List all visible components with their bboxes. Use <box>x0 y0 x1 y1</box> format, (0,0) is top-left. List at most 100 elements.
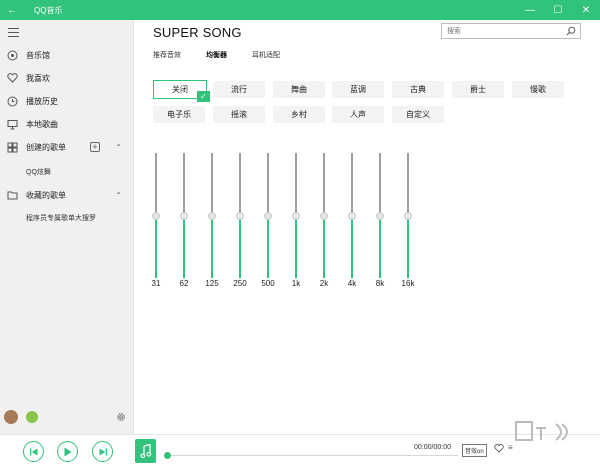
gear-icon[interactable] <box>116 412 126 424</box>
eq-band-label: 125 <box>205 279 219 288</box>
preset-label: 乡村 <box>291 110 307 119</box>
preset-electronic-button[interactable]: 电子乐 <box>153 106 205 123</box>
sidebar-item-programmer-playlist[interactable]: 程序员专属歌单大搜罗 <box>0 210 134 226</box>
eq-slider-knob[interactable] <box>152 211 160 220</box>
sidebar-item-music-hall[interactable]: 音乐馆 <box>0 47 134 63</box>
eq-slider-fill <box>267 219 269 278</box>
heart-icon[interactable] <box>494 444 504 455</box>
player-bar: 00:00/00:00 音效on ≡ <box>0 434 600 468</box>
heart-icon <box>6 72 18 84</box>
maximize-icon[interactable]: ☐ <box>544 0 572 20</box>
chevron-up-icon[interactable]: ⌃ <box>115 191 122 200</box>
eq-slider-knob[interactable] <box>264 211 272 220</box>
monitor-icon <box>6 118 18 130</box>
preset-label: 自定义 <box>406 110 430 119</box>
next-icon <box>99 448 107 455</box>
preset-off-button[interactable]: 关闭 ✓ <box>153 80 210 102</box>
eq-band-label: 4k <box>347 279 357 288</box>
search-input[interactable] <box>442 24 557 38</box>
preset-pop-button[interactable]: 流行 <box>213 81 265 98</box>
sidebar-item-collected-playlists[interactable]: 收藏的歌单 ⌃ <box>0 187 134 203</box>
clock-icon <box>6 95 18 107</box>
watermark-logo <box>515 421 568 441</box>
music-note-icon <box>139 444 151 458</box>
time-display: 00:00/00:00 <box>414 444 451 451</box>
preset-label: 关闭 <box>172 85 188 94</box>
add-playlist-icon[interactable]: + <box>90 142 100 152</box>
eq-slider-knob[interactable] <box>404 211 412 220</box>
folder-icon <box>6 189 18 201</box>
preset-country-button[interactable]: 乡村 <box>273 106 325 123</box>
eq-slider-fill <box>183 219 185 278</box>
preset-blues-button[interactable]: 蓝调 <box>332 81 384 98</box>
preset-label: 人声 <box>350 110 366 119</box>
preset-vocal-button[interactable]: 人声 <box>332 106 384 123</box>
sidebar-item-label: 播放历史 <box>26 96 58 106</box>
sidebar-item-created-playlists[interactable]: 创建的歌单 + ⌃ <box>0 139 134 155</box>
minimize-icon[interactable]: — <box>516 0 544 20</box>
eq-band-label: 8k <box>375 279 385 288</box>
music-hall-icon <box>6 49 18 61</box>
play-button[interactable] <box>57 441 78 462</box>
frog-icon[interactable] <box>26 411 38 423</box>
eq-slider-knob[interactable] <box>180 211 188 220</box>
sidebar-item-label: QQ炫舞 <box>26 169 51 176</box>
album-cover[interactable] <box>135 439 156 463</box>
eq-band-label: 1k <box>291 279 301 288</box>
sidebar: 音乐馆 我喜欢 播放历史 本地歌曲 创建的歌单 + ⌃ QQ炫舞 收藏的歌单 ⌃ <box>0 20 134 434</box>
tab-recommended-effects[interactable]: 推荐音效 <box>153 50 181 60</box>
eq-slider-fill <box>239 219 241 278</box>
preset-classical-button[interactable]: 古典 <box>392 81 444 98</box>
eq-slider-fill <box>211 219 213 278</box>
previous-button[interactable] <box>23 441 44 462</box>
eq-slider-knob[interactable] <box>320 211 328 220</box>
sidebar-item-label: 音乐馆 <box>26 50 50 60</box>
menu-icon[interactable] <box>8 28 19 40</box>
search-box[interactable] <box>441 23 581 39</box>
play-icon <box>64 447 72 456</box>
preset-label: 电子乐 <box>167 110 191 119</box>
check-icon: ✓ <box>197 91 210 102</box>
next-button[interactable] <box>92 441 113 462</box>
window-title: QQ音乐 <box>34 5 63 15</box>
eq-slider-fill <box>155 219 157 278</box>
preset-rock-button[interactable]: 摇滚 <box>213 106 265 123</box>
close-icon[interactable]: ✕ <box>572 0 600 20</box>
eq-band-label: 16k <box>401 279 415 288</box>
sidebar-item-history[interactable]: 播放历史 <box>0 93 134 109</box>
preset-label: 古典 <box>410 85 426 94</box>
eq-slider-fill <box>323 219 325 278</box>
sidebar-item-label: 我喜欢 <box>26 73 50 83</box>
tab-headphone-adapt[interactable]: 耳机适配 <box>252 50 280 60</box>
preset-dance-button[interactable]: 舞曲 <box>273 81 325 98</box>
search-icon[interactable] <box>566 26 576 38</box>
eq-slider-fill <box>351 219 353 278</box>
tab-equalizer[interactable]: 均衡器 <box>206 50 227 60</box>
eq-slider-knob[interactable] <box>376 211 384 220</box>
eq-band-label: 62 <box>179 279 189 288</box>
sidebar-item-local[interactable]: 本地歌曲 <box>0 116 134 132</box>
sidebar-item-label: 程序员专属歌单大搜罗 <box>26 215 96 222</box>
preset-slow-button[interactable]: 慢歌 <box>512 81 564 98</box>
preset-label: 蓝调 <box>350 85 366 94</box>
sound-effect-toggle[interactable]: 音效on <box>462 444 487 457</box>
preset-jazz-button[interactable]: 爵士 <box>452 81 504 98</box>
preset-custom-button[interactable]: 自定义 <box>392 106 444 123</box>
eq-slider-fill <box>295 219 297 278</box>
sidebar-item-favorites[interactable]: 我喜欢 <box>0 70 134 86</box>
eq-slider-knob[interactable] <box>208 211 216 220</box>
sidebar-item-label: 创建的歌单 <box>26 142 66 152</box>
back-arrow-icon[interactable]: ← <box>0 5 24 16</box>
grid-icon <box>6 141 18 153</box>
eq-slider-knob[interactable] <box>348 211 356 220</box>
chevron-up-icon[interactable]: ⌃ <box>115 143 122 152</box>
eq-slider-knob[interactable] <box>292 211 300 220</box>
title-bar: ← QQ音乐 — ☐ ✕ <box>0 0 600 20</box>
effect-tabs: 推荐音效 均衡器 耳机适配 <box>153 50 305 60</box>
progress-bar[interactable] <box>166 455 458 456</box>
avatar[interactable] <box>4 410 18 424</box>
progress-handle[interactable] <box>164 452 171 459</box>
preset-label: 流行 <box>231 85 247 94</box>
eq-slider-knob[interactable] <box>236 211 244 220</box>
sidebar-item-qq-dance[interactable]: QQ炫舞 <box>0 164 134 180</box>
